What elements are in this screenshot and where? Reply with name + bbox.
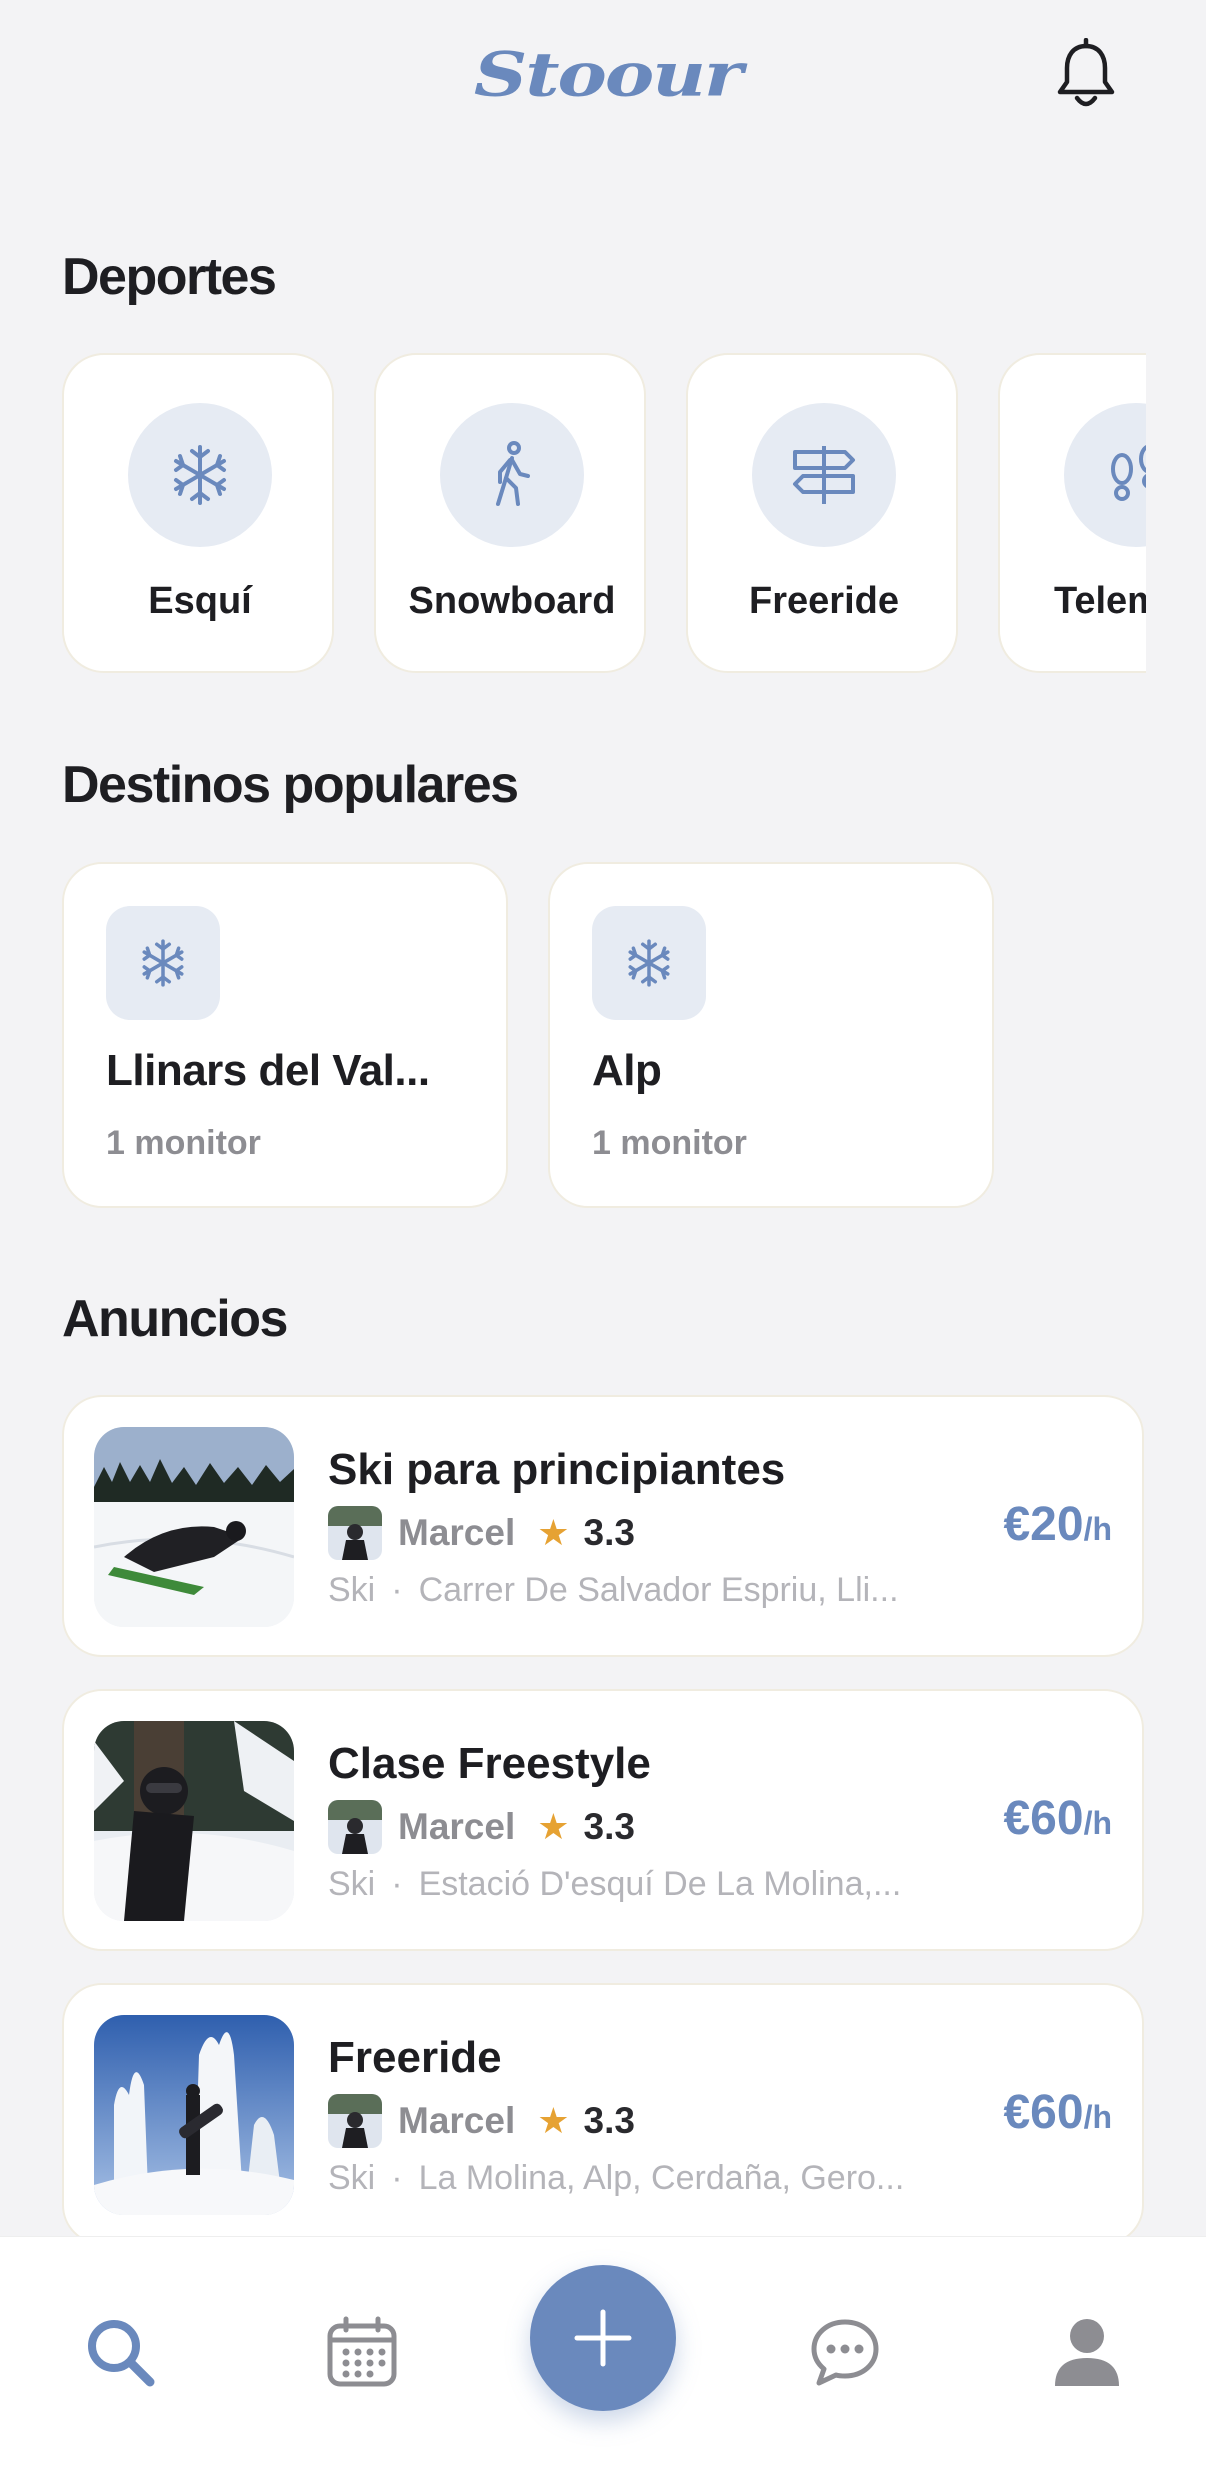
chat-icon bbox=[811, 2319, 879, 2386]
ad-price: €20/h bbox=[1003, 1497, 1112, 1552]
ad-subtitle: Ski · La Molina, Alp, Cerdaña, Gero... bbox=[328, 2159, 978, 2198]
ad-sport: Ski bbox=[328, 2159, 376, 2197]
avatar bbox=[328, 1506, 382, 1560]
tab-search[interactable] bbox=[75, 2307, 165, 2397]
sport-card-telemark[interactable]: Telemark bbox=[998, 353, 1146, 673]
destination-card[interactable]: Llinars del Val... 1 monitor bbox=[62, 862, 508, 1208]
sport-card-freeride[interactable]: Freeride bbox=[686, 353, 958, 673]
ad-location: Carrer De Salvador Espriu, Lli... bbox=[418, 1571, 899, 1609]
ad-title: Clase Freestyle bbox=[328, 1739, 651, 1788]
ad-thumbnail bbox=[94, 1721, 294, 1921]
user-icon bbox=[1055, 2319, 1119, 2386]
tab-calendar[interactable] bbox=[317, 2307, 407, 2397]
plus-icon bbox=[574, 2309, 632, 2367]
ad-meta: Marcel ★ 3.3 bbox=[328, 2093, 635, 2149]
tab-messages[interactable] bbox=[800, 2307, 890, 2397]
snowflake-icon bbox=[128, 403, 272, 547]
ad-thumbnail bbox=[94, 1427, 294, 1627]
ad-location: Estació D'esquí De La Molina,... bbox=[418, 1865, 902, 1903]
ad-price-value: €60 bbox=[1003, 2086, 1084, 2139]
ad-price-unit: /h bbox=[1083, 2099, 1112, 2135]
ad-meta: Marcel ★ 3.3 bbox=[328, 1505, 635, 1561]
footprints-icon bbox=[1064, 403, 1146, 547]
sports-section-title: Deportes bbox=[62, 248, 277, 306]
snowflake-icon bbox=[592, 906, 706, 1020]
sport-card-snowboard[interactable]: Snowboard bbox=[374, 353, 646, 673]
ad-price-unit: /h bbox=[1083, 1805, 1112, 1841]
ad-subtitle: Ski · Estació D'esquí De La Molina,... bbox=[328, 1865, 978, 1904]
walking-person-icon bbox=[440, 403, 584, 547]
destination-name: Llinars del Val... bbox=[106, 1046, 430, 1095]
ads-section-title: Anuncios bbox=[62, 1290, 288, 1348]
ad-separator: · bbox=[391, 1865, 403, 1903]
ad-sport: Ski bbox=[328, 1865, 376, 1903]
destination-monitor-count: 1 monitor bbox=[106, 1124, 261, 1162]
ad-instructor-name: Marcel bbox=[398, 1806, 516, 1847]
ad-title: Freeride bbox=[328, 2033, 502, 2082]
star-icon: ★ bbox=[537, 1512, 570, 1553]
ad-instructor-name: Marcel bbox=[398, 1512, 516, 1553]
sport-label: Telemark bbox=[1053, 580, 1146, 622]
sport-label: Freeride bbox=[749, 580, 899, 622]
sports-carousel[interactable]: Esquí Snowboard Freeride Telem bbox=[62, 353, 1146, 675]
ad-separator: · bbox=[391, 2159, 403, 2197]
logo-text: Stoour bbox=[473, 39, 743, 111]
destination-card[interactable]: Alp 1 monitor bbox=[548, 862, 994, 1208]
ad-price-unit: /h bbox=[1083, 1511, 1112, 1547]
ad-price-value: €60 bbox=[1003, 1792, 1084, 1845]
bell-icon[interactable] bbox=[1055, 37, 1117, 110]
app-header: Stoour bbox=[0, 0, 1206, 150]
destination-monitor-count: 1 monitor bbox=[592, 1124, 747, 1162]
destination-name: Alp bbox=[592, 1046, 662, 1095]
star-icon: ★ bbox=[537, 2100, 570, 2141]
tab-profile[interactable] bbox=[1042, 2307, 1132, 2397]
ad-rating: 3.3 bbox=[583, 1512, 635, 1553]
app-logo: Stoour bbox=[430, 30, 785, 120]
ad-card[interactable]: Clase Freestyle Marcel ★ 3.3 Ski · Estació… bbox=[62, 1689, 1144, 1951]
ad-subtitle: Ski · Carrer De Salvador Espriu, Lli... bbox=[328, 1571, 978, 1610]
ad-card[interactable]: Ski para principiantes Marcel ★ 3.3 Ski ·… bbox=[62, 1395, 1144, 1657]
ad-meta: Marcel ★ 3.3 bbox=[328, 1799, 635, 1855]
ad-separator: · bbox=[391, 1571, 403, 1609]
ad-title: Ski para principiantes bbox=[328, 1445, 786, 1494]
ad-instructor-name: Marcel bbox=[398, 2100, 516, 2141]
add-listing-button[interactable] bbox=[530, 2265, 676, 2411]
destinations-section-title: Destinos populares bbox=[62, 756, 519, 814]
sport-card-esqui[interactable]: Esquí bbox=[62, 353, 334, 673]
ad-price-value: €20 bbox=[1003, 1498, 1084, 1551]
ad-sport: Ski bbox=[328, 1571, 376, 1609]
search-icon bbox=[88, 2320, 155, 2387]
avatar bbox=[328, 2094, 382, 2148]
sport-label: Snowboard bbox=[408, 580, 616, 622]
snowflake-icon bbox=[106, 906, 220, 1020]
ad-rating: 3.3 bbox=[583, 1806, 635, 1847]
ad-card[interactable]: Freeride Marcel ★ 3.3 Ski · La Molina, Alp… bbox=[62, 1983, 1144, 2245]
avatar bbox=[328, 1800, 382, 1854]
signpost-icon bbox=[752, 403, 896, 547]
ad-location: La Molina, Alp, Cerdaña, Gero... bbox=[418, 2159, 905, 2197]
calendar-icon bbox=[327, 2316, 397, 2387]
star-icon: ★ bbox=[537, 1806, 570, 1847]
ad-price: €60/h bbox=[1003, 2085, 1112, 2140]
ad-rating: 3.3 bbox=[583, 2100, 635, 2141]
sport-label: Esquí bbox=[148, 580, 252, 622]
ad-thumbnail bbox=[94, 2015, 294, 2215]
ad-price: €60/h bbox=[1003, 1791, 1112, 1846]
